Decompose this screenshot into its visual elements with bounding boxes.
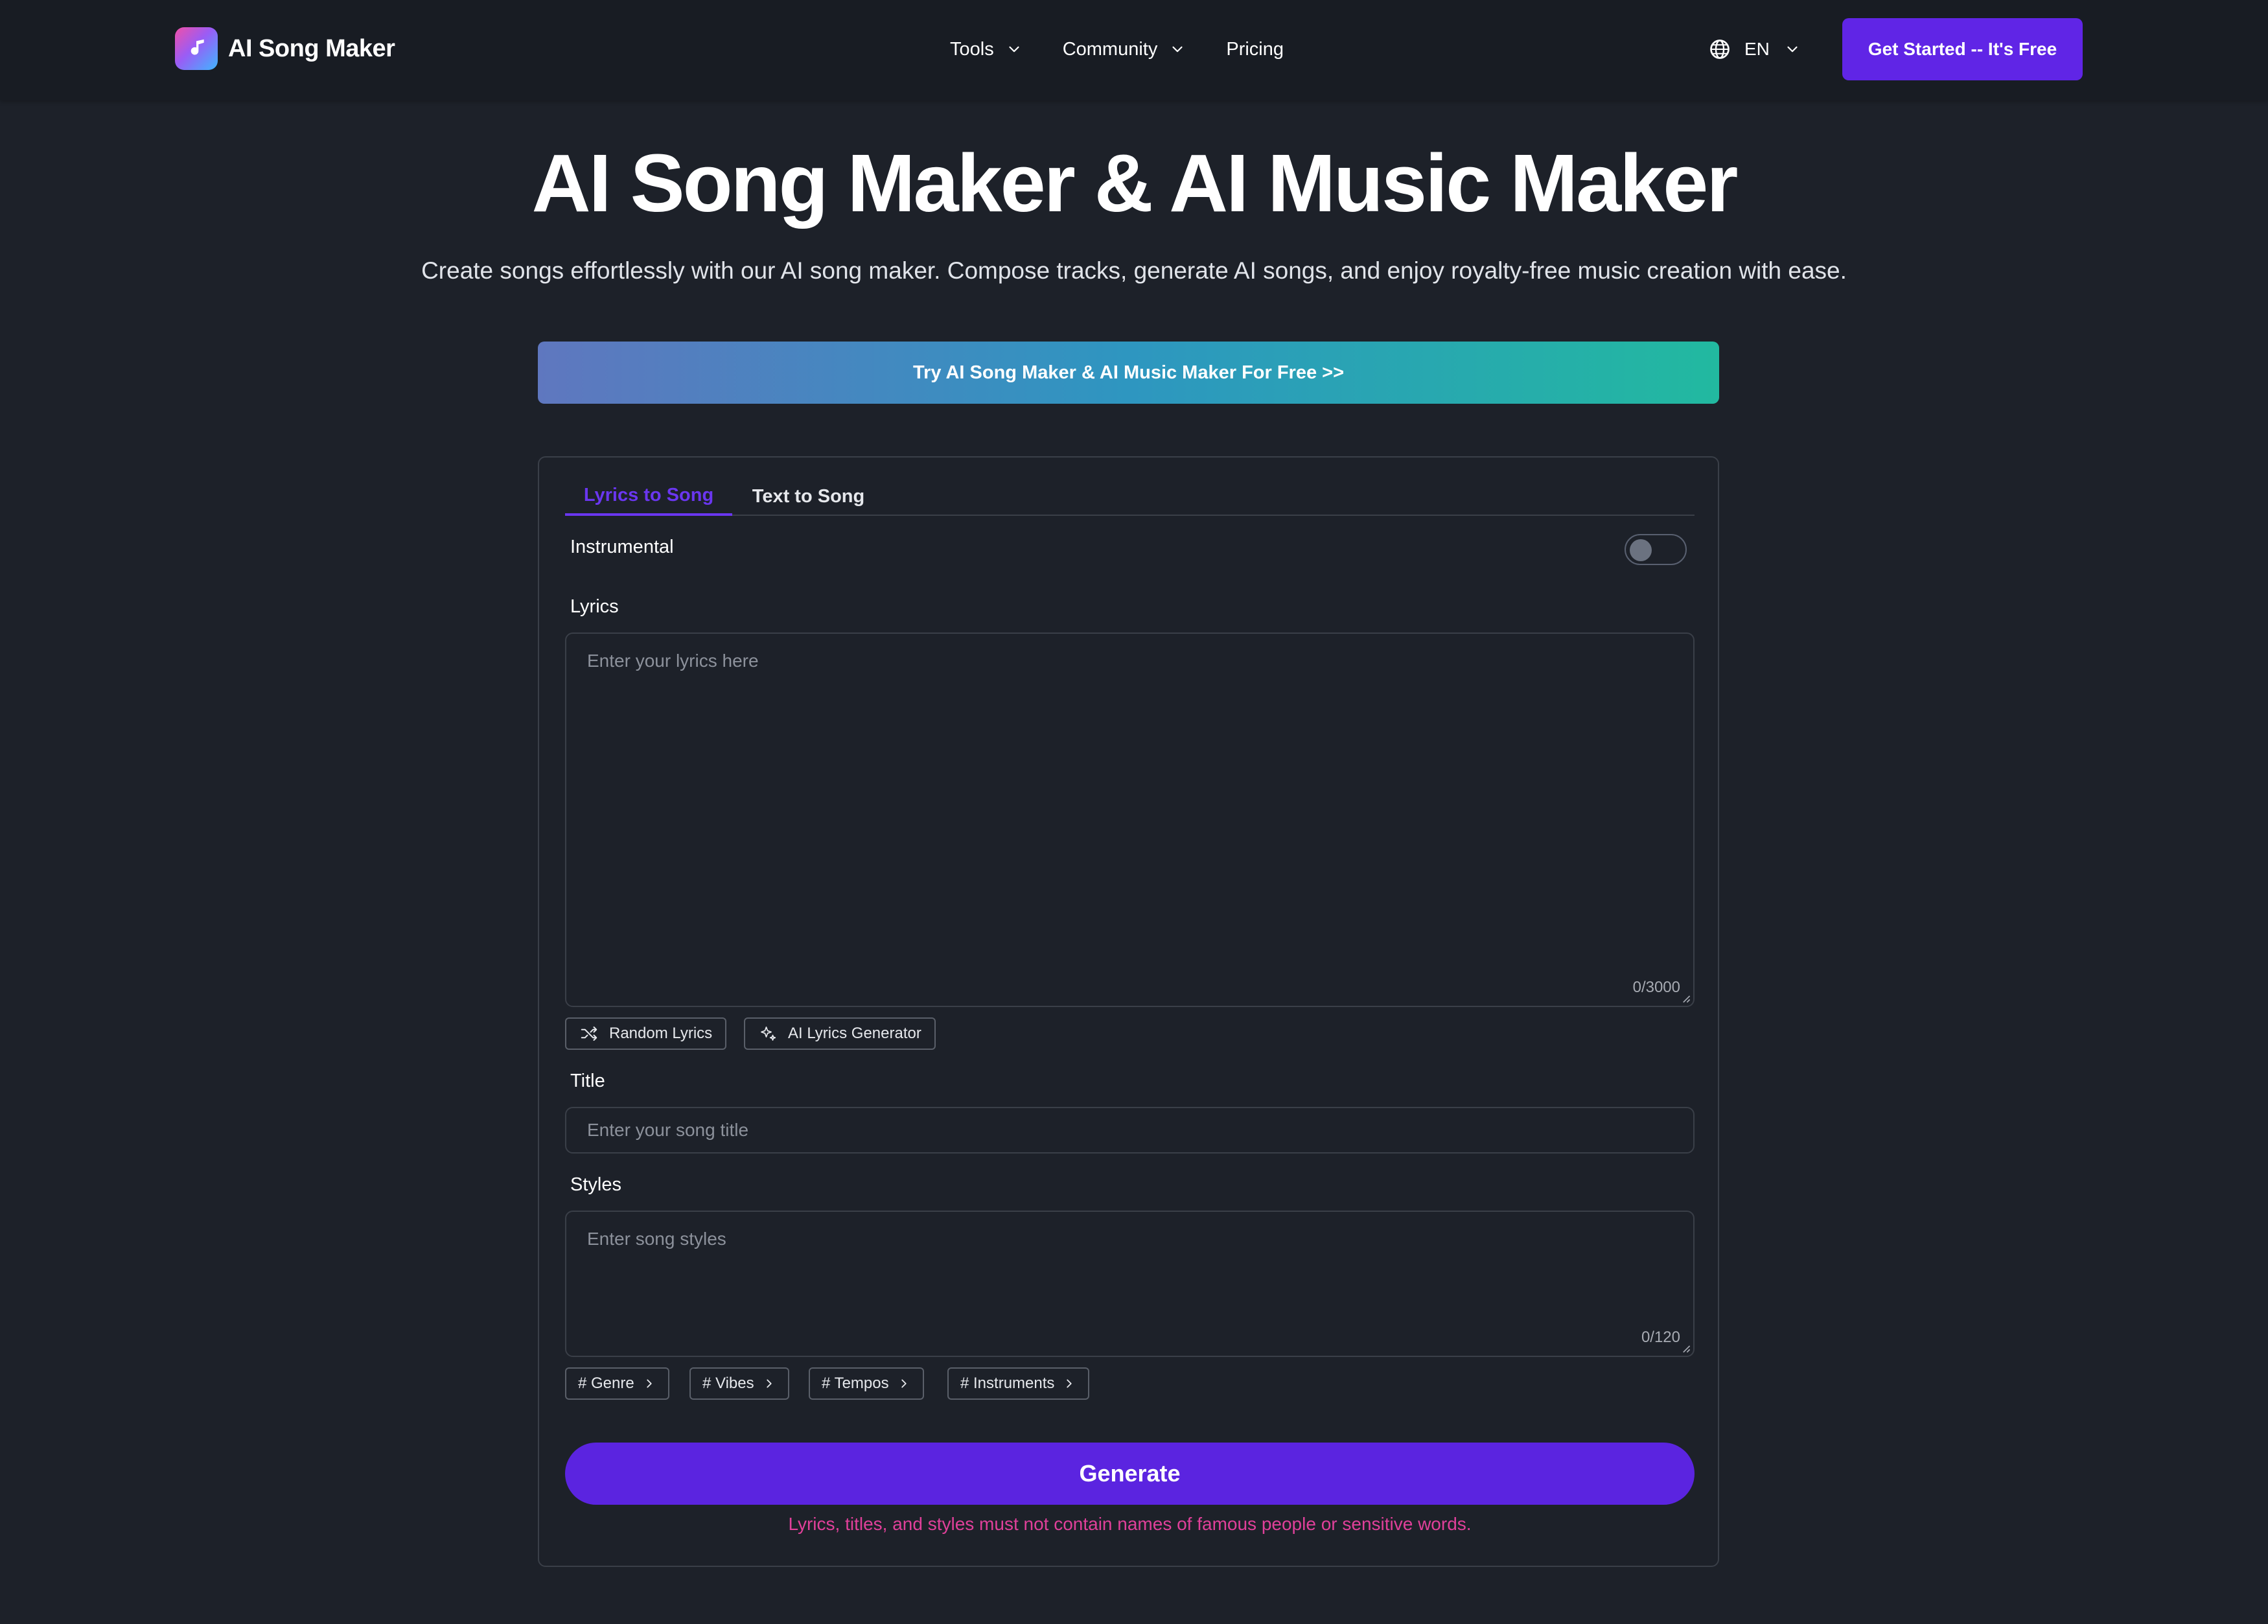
language-selector[interactable]: EN — [1708, 34, 1801, 65]
tag-instruments[interactable]: # Instruments — [947, 1367, 1090, 1400]
resize-handle-icon[interactable] — [1682, 1344, 1691, 1353]
tag-tempos-label: # Tempos — [822, 1375, 889, 1392]
shuffle-icon — [581, 1027, 597, 1041]
chevron-down-icon — [1172, 46, 1183, 52]
nav-tools[interactable]: Tools — [950, 39, 1023, 60]
instrumental-label: Instrumental — [570, 537, 674, 557]
styles-char-counter: 0/120 — [1641, 1328, 1680, 1346]
nav-pricing-label: Pricing — [1226, 38, 1284, 60]
nav-community-label: Community — [1062, 38, 1158, 60]
instrumental-toggle[interactable] — [1625, 534, 1687, 565]
page-title: AI Song Maker & AI Music Maker — [531, 137, 1739, 229]
brand-logo[interactable]: AI Song Maker — [175, 27, 395, 70]
page: AI Song Maker Tools Community Pricing EN — [0, 0, 2268, 1624]
tag-vibes[interactable]: # Vibes — [689, 1367, 789, 1400]
generate-button[interactable]: Generate — [565, 1443, 1695, 1505]
top-header: AI Song Maker Tools Community Pricing EN — [0, 0, 2268, 100]
chevron-right-icon — [1067, 1379, 1072, 1388]
lyrics-label: Lyrics — [570, 596, 619, 617]
nav-community[interactable]: Community — [1063, 39, 1186, 60]
song-title-input[interactable]: Enter your song title — [565, 1107, 1695, 1154]
try-free-banner[interactable]: Try AI Song Maker & AI Music Maker For F… — [538, 342, 1719, 404]
sparkle-icon — [761, 1027, 776, 1041]
chevron-right-icon — [901, 1379, 907, 1388]
nav-tools-label: Tools — [950, 38, 994, 60]
page-subtitle: Create songs effortlessly with our AI so… — [421, 257, 1847, 284]
ai-lyrics-generator-button[interactable]: AI Lyrics Generator — [744, 1017, 936, 1050]
styles-label: Styles — [570, 1174, 621, 1195]
music-note-icon — [175, 27, 218, 70]
song-form-card: Lyrics to Song Text to Song Instrumental… — [538, 456, 1719, 1567]
chevron-down-icon — [1009, 46, 1019, 52]
tag-tempos[interactable]: # Tempos — [809, 1367, 924, 1400]
chevron-right-icon — [766, 1379, 772, 1388]
tab-text-to-song[interactable]: Text to Song — [732, 477, 885, 516]
title-placeholder: Enter your song title — [587, 1120, 749, 1140]
tag-vibes-label: # Vibes — [702, 1375, 754, 1392]
lyrics-char-counter: 0/3000 — [1632, 979, 1680, 996]
lyrics-placeholder: Enter your lyrics here — [587, 651, 759, 671]
toggle-knob — [1630, 539, 1652, 561]
title-label: Title — [570, 1071, 605, 1091]
language-code: EN — [1744, 39, 1770, 59]
nav-pricing[interactable]: Pricing — [1226, 39, 1284, 60]
lyrics-textarea[interactable]: Enter your lyrics here 0/3000 — [565, 632, 1695, 1007]
mode-tabs: Lyrics to Song Text to Song — [565, 477, 1695, 516]
styles-textarea[interactable]: Enter song styles 0/120 — [565, 1211, 1695, 1357]
main-nav: Tools Community Pricing — [950, 32, 1284, 66]
globe-icon — [1710, 40, 1730, 59]
tag-instruments-label: # Instruments — [960, 1375, 1055, 1392]
random-lyrics-label: Random Lyrics — [609, 1025, 713, 1042]
content-warning: Lyrics, titles, and styles must not cont… — [788, 1514, 1472, 1534]
chevron-right-icon — [647, 1379, 652, 1388]
ai-lyrics-generator-label: AI Lyrics Generator — [788, 1025, 921, 1042]
resize-handle-icon[interactable] — [1682, 994, 1691, 1003]
tab-lyrics-to-song[interactable]: Lyrics to Song — [565, 477, 732, 516]
tag-genre-label: # Genre — [578, 1375, 634, 1392]
random-lyrics-button[interactable]: Random Lyrics — [565, 1017, 727, 1050]
get-started-button[interactable]: Get Started -- It's Free — [1842, 18, 2083, 80]
brand-name: AI Song Maker — [228, 34, 395, 62]
chevron-down-icon — [1787, 46, 1798, 52]
styles-placeholder: Enter song styles — [587, 1229, 726, 1249]
tag-genre[interactable]: # Genre — [565, 1367, 669, 1400]
